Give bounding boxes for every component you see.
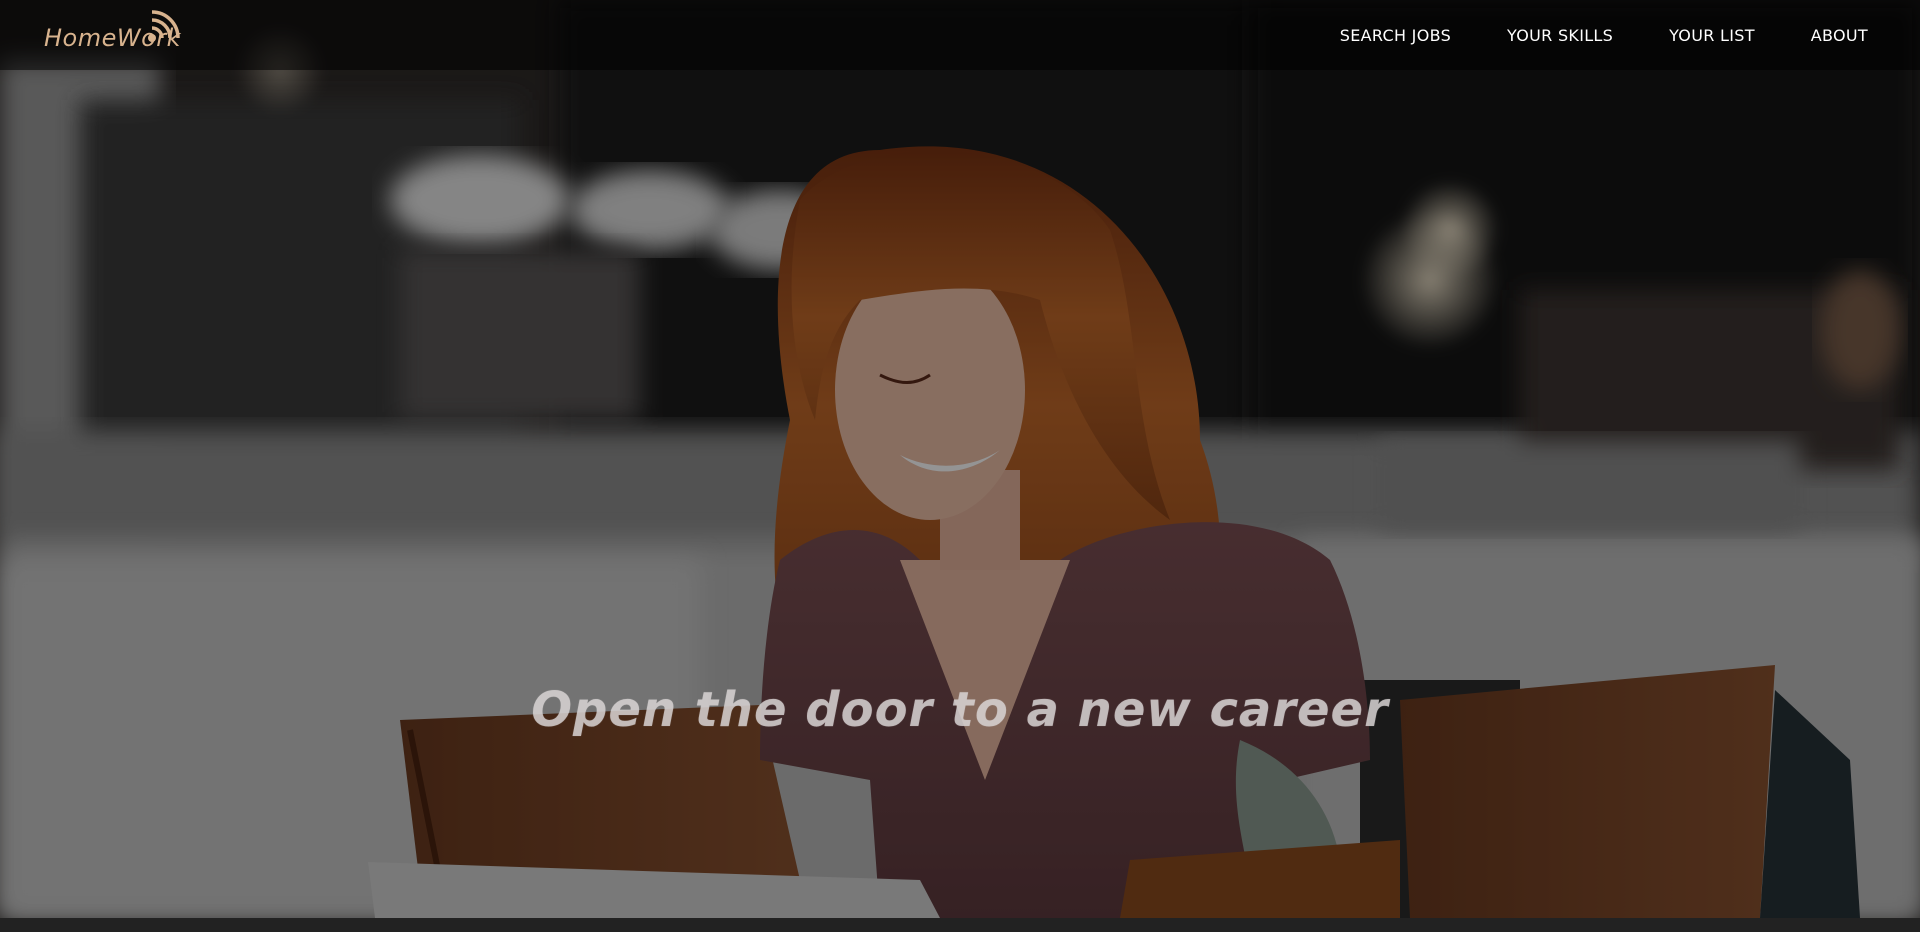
nav-link-search-jobs[interactable]: SEARCH JOBS: [1340, 26, 1451, 45]
top-navbar: HomeWork SEARCH JOBS YOUR SKILLS YOUR LI…: [0, 0, 1920, 70]
nav-link-your-skills[interactable]: YOUR SKILLS: [1507, 26, 1613, 45]
page: Open the door to a new career HomeWork S…: [0, 0, 1920, 932]
nav-menu: SEARCH JOBS YOUR SKILLS YOUR LIST ABOUT: [1340, 0, 1868, 70]
hero-headline: Open the door to a new career: [531, 682, 1389, 738]
hero-section: Open the door to a new career: [0, 0, 1920, 918]
hero-dim-overlay: [0, 0, 1920, 918]
brand-logo[interactable]: HomeWork: [44, 10, 184, 60]
nav-link-about[interactable]: ABOUT: [1811, 26, 1868, 45]
bottom-strip: [0, 918, 1920, 932]
nav-link-your-list[interactable]: YOUR LIST: [1669, 26, 1755, 45]
brand-logo-text: HomeWork: [44, 24, 182, 52]
